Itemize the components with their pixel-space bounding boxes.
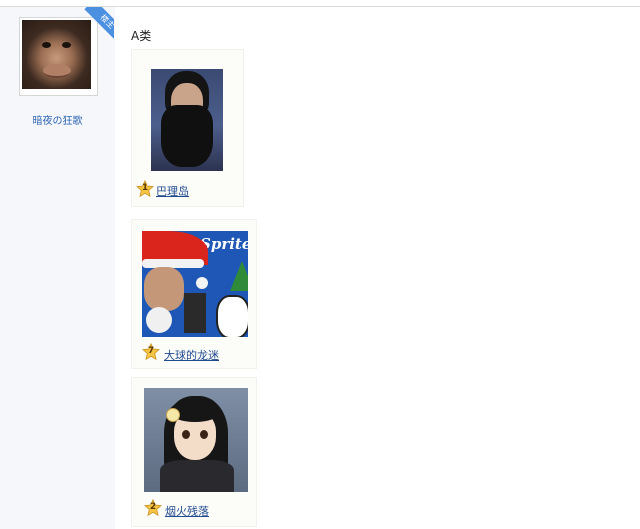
user-card-2: Sprite 7 大球的龙迷 [132, 220, 256, 368]
user-card-3: 2 烟火残落 [132, 378, 256, 526]
photo3-eye-left [182, 430, 190, 439]
user-link-2[interactable]: 大球的龙迷 [164, 347, 219, 363]
photo2-cartoon-character [216, 295, 248, 337]
user-photo-3[interactable] [144, 388, 248, 492]
photo2-tree [230, 261, 248, 291]
photo3-eye-right [200, 430, 208, 439]
section-title: A类 [131, 29, 152, 43]
avatar-eye-right [62, 42, 71, 48]
rank-star-icon: 2 [144, 499, 162, 517]
avatar-mouth [43, 64, 71, 78]
op-badge: 楼主 [80, 7, 114, 41]
photo1-beard [161, 105, 213, 167]
photo3-hair-clip [166, 408, 180, 422]
user-link-3[interactable]: 烟火残落 [165, 503, 209, 519]
photo2-ball [146, 307, 172, 333]
photo2-face [144, 267, 184, 311]
photo2-hat-pom [196, 277, 208, 289]
photo3-body [160, 460, 234, 492]
user-link-1[interactable]: 巴理岛 [156, 183, 189, 199]
user-card-1: 1 巴理岛 [132, 50, 243, 206]
rank-number: 2 [149, 502, 157, 512]
rank-number: 7 [147, 346, 155, 356]
op-badge-label: 楼主 [84, 7, 114, 41]
user-photo-1[interactable] [151, 69, 223, 171]
rank-star-icon: 7 [142, 343, 160, 361]
user-photo-2[interactable]: Sprite [142, 231, 248, 337]
rank-number: 1 [141, 183, 149, 193]
avatar-eye-left [42, 42, 51, 48]
photo2-second-face [184, 293, 206, 333]
rank-star-icon: 1 [136, 180, 154, 198]
photo2-hat-trim [142, 259, 204, 268]
author-name-link[interactable]: 暗夜の狂歌 [0, 112, 115, 127]
